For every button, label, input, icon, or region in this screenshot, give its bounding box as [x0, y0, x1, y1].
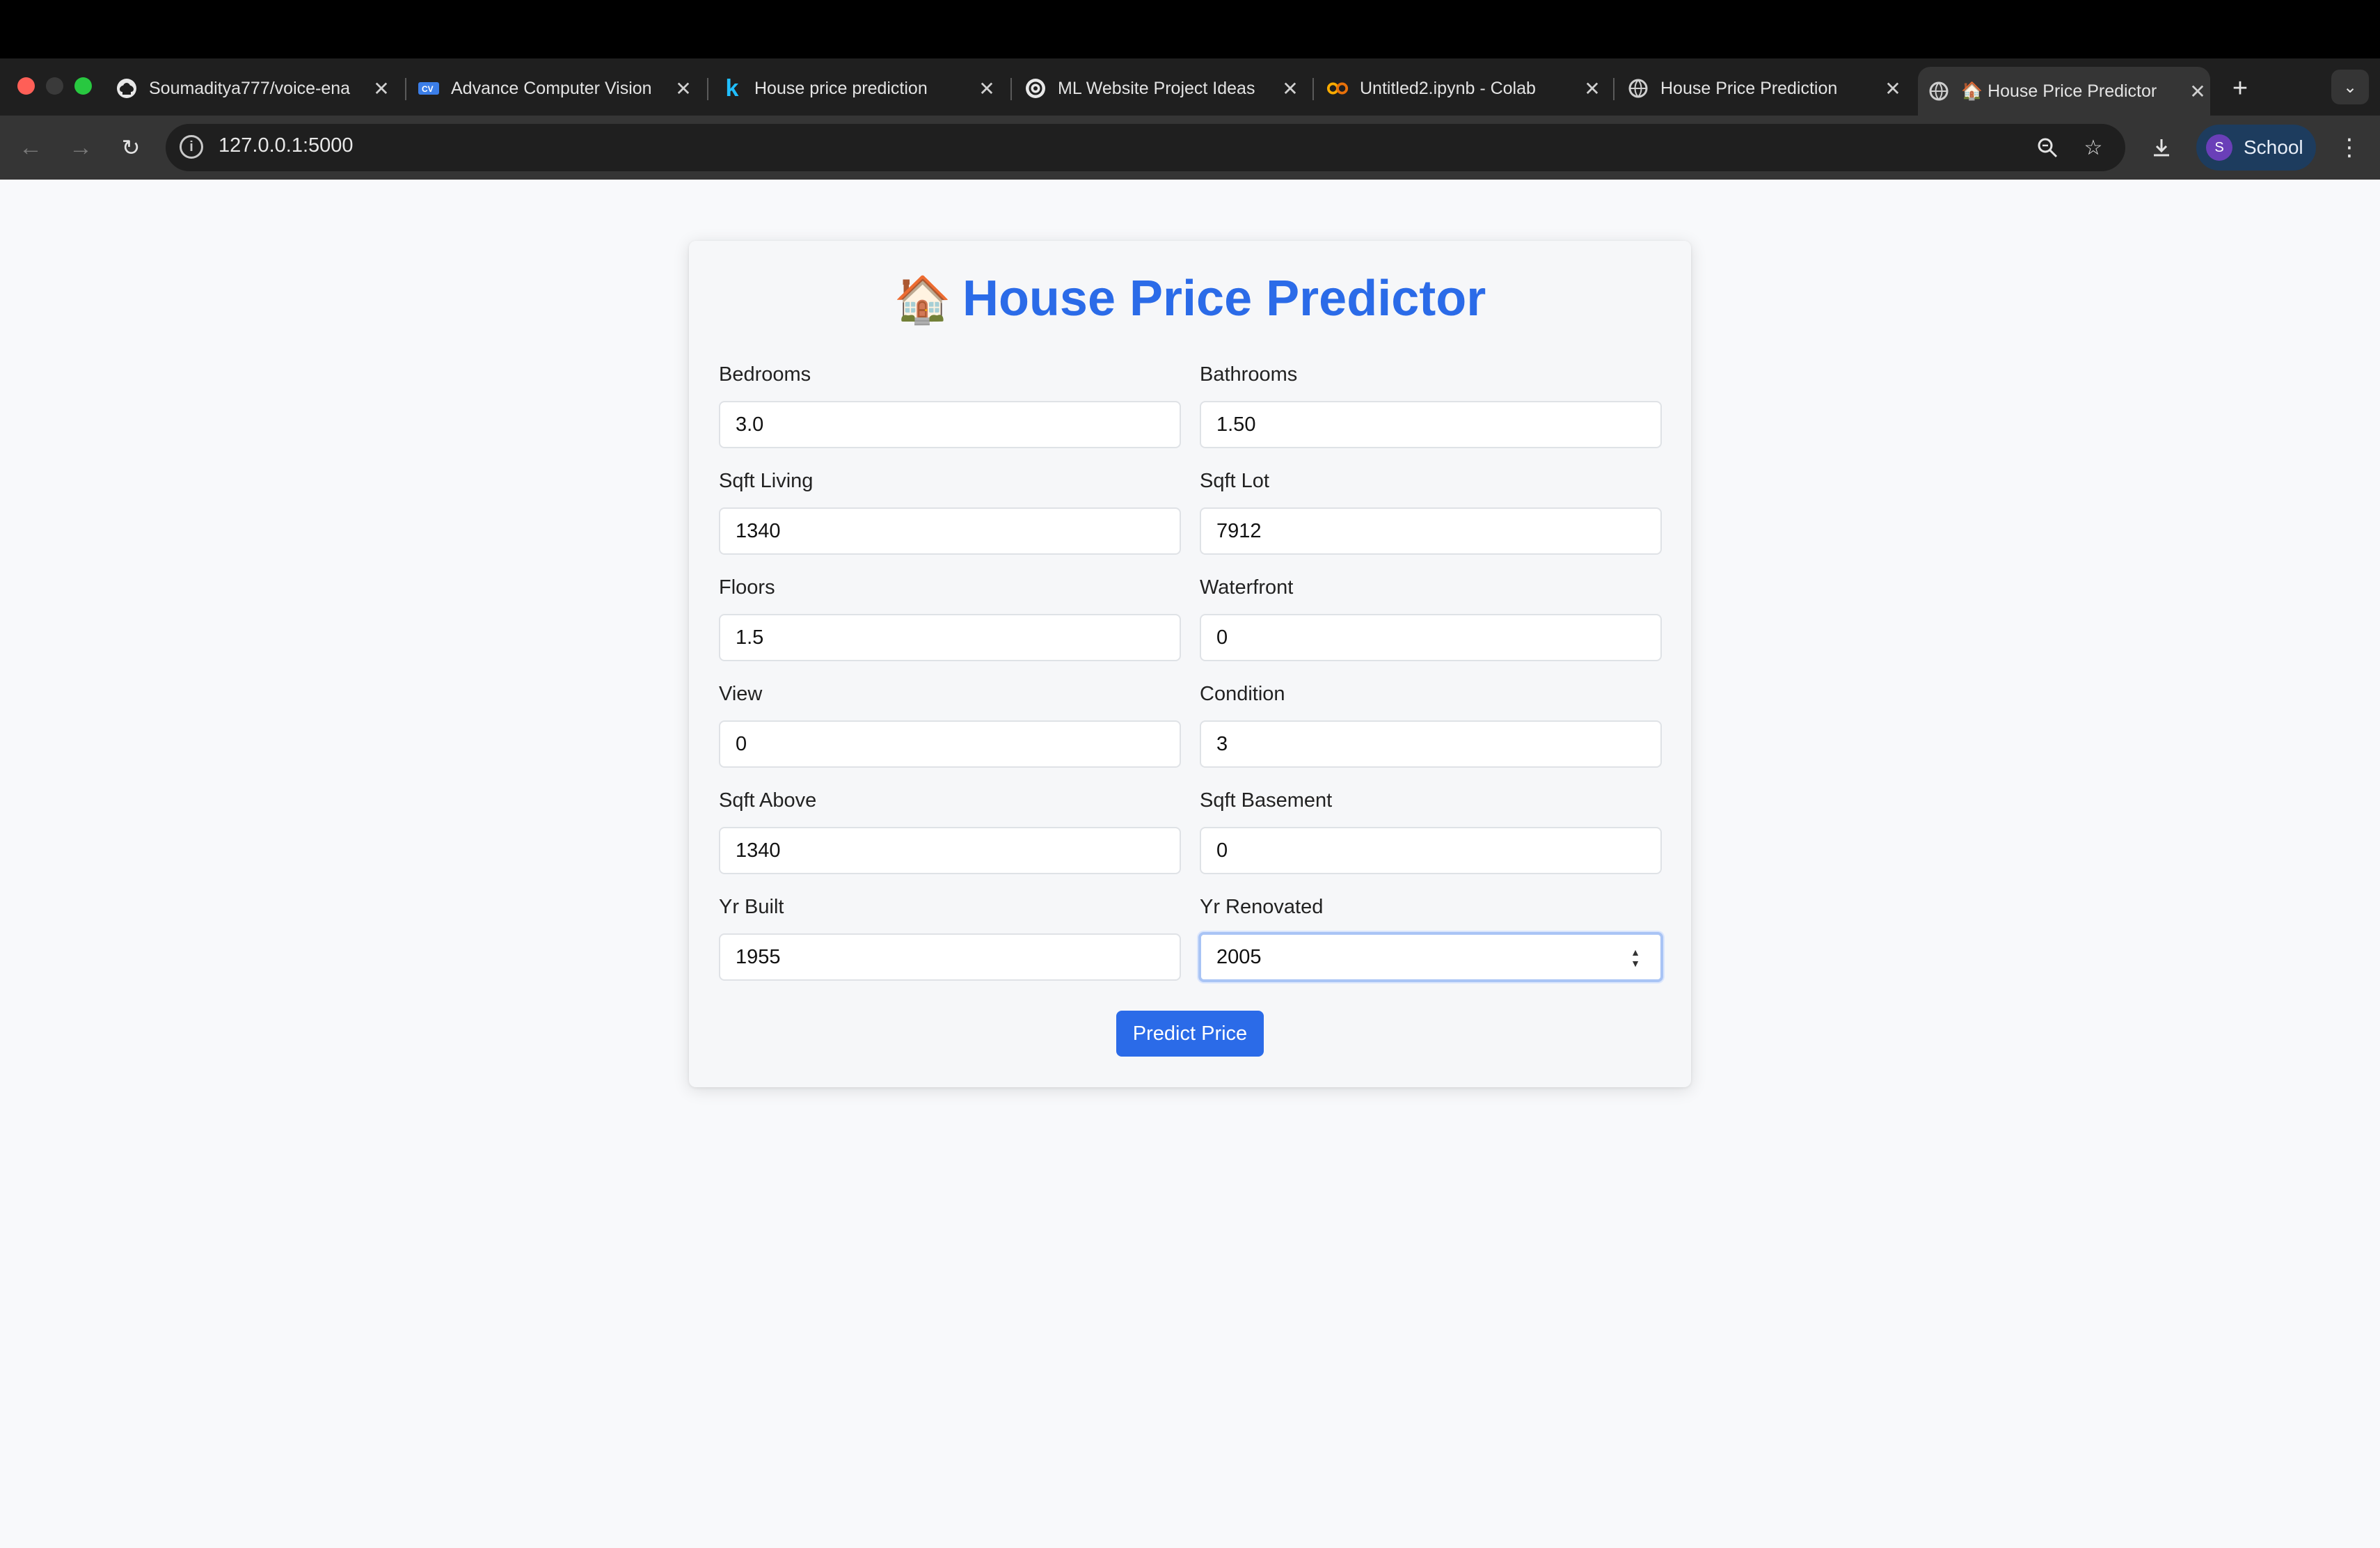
bedrooms-input[interactable] — [719, 401, 1181, 448]
close-icon[interactable]: ✕ — [369, 76, 394, 101]
tab-github[interactable]: Soumaditya777/voice-ena ✕ — [116, 67, 394, 110]
tab-house-price-predictor[interactable]: 🏠 House Price Predictor ✕ — [1918, 67, 2210, 116]
globe-icon — [1928, 80, 1950, 102]
back-arrow-icon[interactable]: ← — [14, 131, 47, 164]
yr-renovated-label: Yr Renovated — [1200, 896, 1324, 918]
cv-icon: CV — [418, 77, 440, 100]
floors-input[interactable] — [719, 614, 1181, 661]
close-icon[interactable]: ✕ — [1880, 76, 1905, 101]
close-icon[interactable]: ✕ — [671, 76, 696, 101]
globe-icon — [1627, 77, 1649, 100]
forward-arrow-icon[interactable]: → — [64, 131, 97, 164]
sqft-above-label: Sqft Above — [719, 789, 817, 812]
menu-bar — [0, 0, 2380, 58]
zoom-icon[interactable] — [2031, 131, 2064, 164]
bathrooms-input[interactable] — [1200, 401, 1662, 448]
reload-icon[interactable]: ↻ — [114, 131, 148, 164]
predict-price-button[interactable]: Predict Price — [1116, 1011, 1264, 1057]
floors-label: Floors — [719, 576, 775, 599]
site-info-icon[interactable]: i — [180, 135, 203, 159]
tab-kaggle[interactable]: k House price prediction ✕ — [721, 67, 999, 110]
address-bar[interactable] — [166, 124, 2125, 171]
tab-divider — [1613, 78, 1615, 100]
yr-built-input[interactable] — [719, 933, 1181, 981]
zoom-window-button[interactable] — [74, 77, 92, 95]
sqft-above-input[interactable] — [719, 827, 1181, 874]
download-icon[interactable] — [2145, 131, 2178, 164]
tab-house-price-prediction[interactable]: House Price Prediction ✕ — [1627, 67, 1905, 110]
sqft-lot-label: Sqft Lot — [1200, 470, 1269, 492]
close-icon[interactable]: ✕ — [2185, 79, 2210, 104]
sqft-living-label: Sqft Living — [719, 470, 814, 492]
tab-divider — [405, 78, 406, 100]
yr-built-label: Yr Built — [719, 896, 784, 918]
bookmark-star-icon[interactable]: ☆ — [2077, 131, 2110, 164]
close-icon[interactable]: ✕ — [974, 76, 999, 101]
page-title: 🏠 House Price Predictor — [894, 271, 1486, 326]
sqft-basement-input[interactable] — [1200, 827, 1662, 874]
condition-input[interactable] — [1200, 720, 1662, 768]
close-icon[interactable]: ✕ — [1580, 76, 1605, 101]
condition-label: Condition — [1200, 683, 1285, 705]
profile-button[interactable]: S School — [2196, 125, 2316, 171]
number-spinner[interactable]: ▲ ▼ — [1627, 944, 1644, 972]
minimize-window-button[interactable] — [46, 77, 63, 95]
tab-divider — [707, 78, 708, 100]
bedrooms-label: Bedrooms — [719, 363, 811, 386]
chevron-down-icon[interactable]: ⌄ — [2331, 70, 2369, 104]
view-label: View — [719, 683, 763, 705]
waterfront-input[interactable] — [1200, 614, 1662, 661]
close-window-button[interactable] — [17, 77, 35, 95]
tab-colab[interactable]: Untitled2.ipynb - Colab ✕ — [1326, 67, 1605, 110]
more-menu-icon[interactable]: ⋮ — [2334, 129, 2365, 166]
sqft-living-input[interactable] — [719, 507, 1181, 555]
tab-divider — [1312, 78, 1314, 100]
close-icon[interactable]: ✕ — [1278, 76, 1303, 101]
tab-computer-vision[interactable]: CV Advance Computer Vision ✕ — [418, 67, 696, 110]
url-text[interactable]: 127.0.0.1:5000 — [219, 134, 354, 157]
waterfront-label: Waterfront — [1200, 576, 1294, 599]
colab-icon — [1326, 77, 1349, 100]
tab-chatgpt[interactable]: ML Website Project Ideas ✕ — [1024, 67, 1303, 110]
house-icon: 🏠 — [894, 274, 951, 325]
avatar: S — [2206, 134, 2232, 161]
sqft-lot-input[interactable] — [1200, 507, 1662, 555]
github-icon — [116, 77, 138, 100]
yr-renovated-input[interactable] — [1198, 932, 1663, 982]
tab-divider — [1010, 78, 1012, 100]
openai-icon — [1024, 77, 1047, 100]
kaggle-icon: k — [725, 74, 739, 102]
view-input[interactable] — [719, 720, 1181, 768]
new-tab-button[interactable]: + — [2224, 72, 2256, 104]
sqft-basement-label: Sqft Basement — [1200, 789, 1333, 812]
bathrooms-label: Bathrooms — [1200, 363, 1298, 386]
svg-text:CV: CV — [422, 84, 434, 94]
